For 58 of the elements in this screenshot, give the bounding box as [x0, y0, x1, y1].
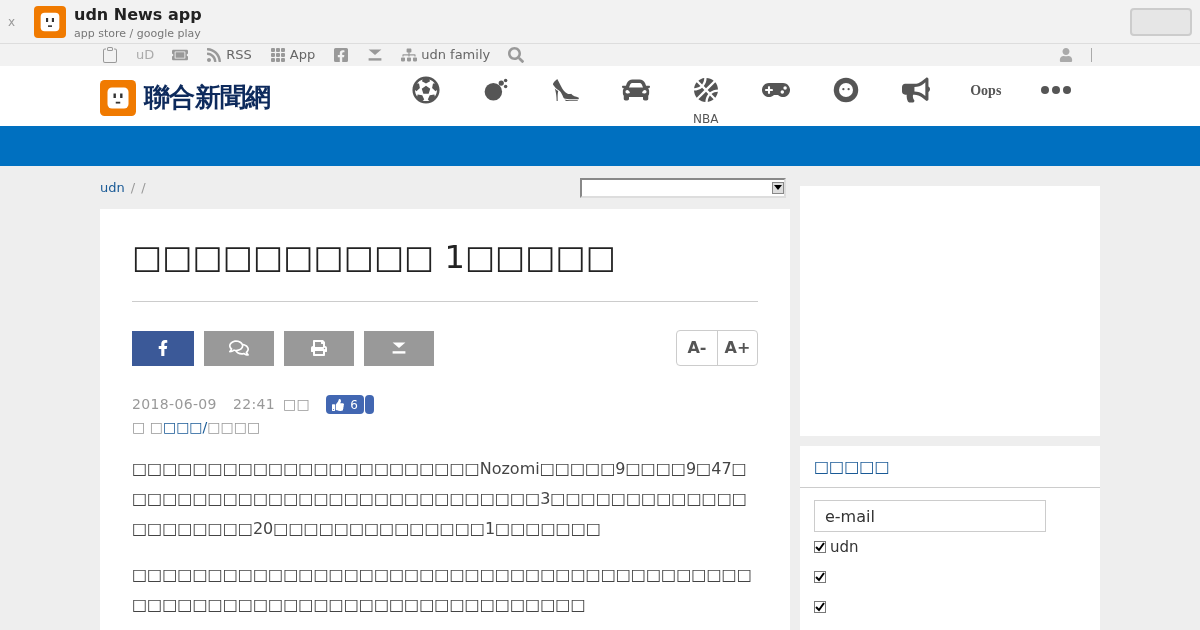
like-button[interactable]: 6: [326, 395, 365, 414]
ticket-icon: [172, 47, 189, 63]
app-title: udn News app: [74, 3, 202, 26]
toolbar-link[interactable]: udn family: [401, 45, 491, 65]
breadcrumb-link[interactable]: udn: [100, 177, 125, 198]
outlet-logo-icon: [34, 5, 66, 38]
news-source: □□: [283, 395, 311, 414]
megaphone-icon[interactable]: [901, 76, 930, 104]
app-subtitle: app store / google play: [74, 26, 202, 41]
more-icon[interactable]: [1039, 84, 1072, 96]
facebook-share-button[interactable]: [132, 330, 194, 366]
oops-logo[interactable]: Oops: [970, 79, 1002, 101]
toolbar-link[interactable]: App: [269, 45, 316, 65]
print-icon: [311, 340, 327, 356]
toolbar-link[interactable]: [172, 47, 189, 63]
email-field[interactable]: e-mail: [814, 500, 1046, 532]
publish-date: 2018-06-09: [132, 395, 217, 414]
breadcrumb-separator: /: [141, 178, 146, 197]
toolbar-link[interactable]: RSS: [206, 45, 252, 65]
rss-icon: [206, 47, 223, 63]
dropdown-caret-icon: [774, 184, 782, 191]
download-button[interactable]: [364, 330, 434, 366]
like-count-tail: [365, 395, 375, 414]
comment-button[interactable]: [204, 330, 274, 366]
publish-time: 22:41: [232, 395, 275, 414]
sitemap-icon: [401, 47, 418, 63]
comments-icon: [229, 338, 249, 358]
author-link[interactable]: □□□/: [162, 419, 208, 435]
print-button[interactable]: [284, 330, 354, 366]
toolbar-link[interactable]: [367, 47, 384, 63]
checkbox[interactable]: [814, 541, 826, 553]
toolbar-link[interactable]: [508, 47, 525, 63]
nav-label[interactable]: NBA: [693, 110, 719, 128]
high-heel-icon[interactable]: [551, 76, 580, 104]
article-paragraph: □□□□□□□□□□□□□□□□□□□□□□□□□□□□□□□□□□□□□□□□□□□□□□□□□□□□□□□□□□□□□□□□□□□□□□□: [132, 564, 753, 616]
facebook-icon: [333, 47, 350, 63]
font-size-button[interactable]: A+: [717, 331, 757, 365]
site-logo[interactable]: 聯合新聞網: [144, 78, 271, 117]
font-size-button[interactable]: A-: [677, 331, 717, 365]
checkbox[interactable]: [814, 601, 826, 613]
download-icon: [391, 340, 407, 356]
newsletter-title: □□□□□: [814, 455, 890, 478]
download-icon: [367, 47, 384, 63]
thumbs-up-icon: [332, 398, 345, 411]
dropdown-select[interactable]: [580, 177, 786, 198]
clipboard-icon: [102, 47, 118, 63]
checkbox[interactable]: [814, 571, 826, 583]
outlet-logo-icon: [100, 79, 136, 116]
search-icon: [508, 47, 525, 63]
grid-icon: [269, 47, 286, 63]
breadcrumb-separator: /: [130, 178, 136, 197]
face-icon[interactable]: [831, 76, 860, 104]
toolbar-link[interactable]: [333, 47, 350, 63]
article-paragraph: □□□□□□□□□□□□□□□□□□□□□□□Nozomi□□□□□9□□□□9□47□□□□□□□□□□□□□□□□□□□□□□□□□□□□3□□□□□□□□□□□□□□□□□□□□□20□□□□□□□□□□□□□□1□□□□□□□: [132, 458, 748, 540]
toolbar-link[interactable]: [102, 47, 118, 63]
byline: □ □□□□/□□□□: [132, 418, 262, 437]
article-headline: □□□□□□□□□□ 1□□□□□: [132, 233, 758, 302]
option-label: udn: [830, 536, 859, 558]
